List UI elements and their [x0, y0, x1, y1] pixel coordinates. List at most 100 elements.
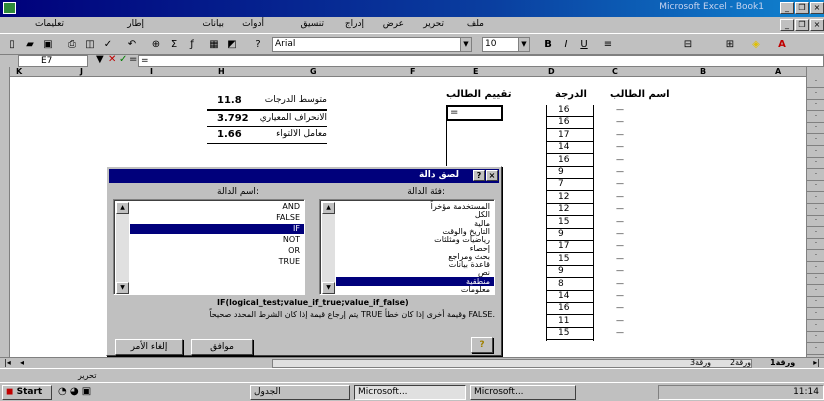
- category-list-item[interactable]: معلومات: [461, 285, 490, 294]
- grade-cell[interactable]: 15: [558, 217, 569, 227]
- row-header[interactable]: ·: [807, 100, 824, 112]
- sheet-tab[interactable]: ورقة3: [690, 358, 711, 367]
- row-header[interactable]: ·: [807, 193, 824, 204]
- font-color-icon[interactable]: A: [774, 37, 790, 52]
- vertical-scrollbar[interactable]: · · · · · · · · · · · · · · · · · · · · · · · ·: [806, 67, 824, 357]
- student-name-cell[interactable]: —: [616, 130, 624, 139]
- stat-value[interactable]: 11.8: [217, 95, 242, 106]
- spelling-icon[interactable]: ✓: [100, 37, 116, 52]
- student-name-cell[interactable]: —: [616, 179, 624, 188]
- grade-cell[interactable]: 15: [558, 254, 569, 264]
- bold-icon[interactable]: B: [540, 37, 556, 52]
- student-name-cell[interactable]: —: [616, 142, 624, 151]
- student-name-cell[interactable]: —: [616, 303, 624, 312]
- row-header[interactable]: ·: [807, 286, 824, 297]
- stat-value[interactable]: 1.66: [217, 129, 242, 140]
- preview-icon[interactable]: ◫: [82, 37, 98, 52]
- student-name-cell[interactable]: —: [616, 204, 624, 213]
- tab-scroll-first-icon[interactable]: |◂: [4, 358, 11, 367]
- header-grade[interactable]: الدرجة: [555, 89, 587, 100]
- sheet-tab-active[interactable]: ورقة1: [770, 358, 795, 367]
- column-header[interactable]: A: [775, 67, 781, 76]
- doc-restore-icon[interactable]: ❐: [795, 19, 809, 31]
- formula-input[interactable]: =: [138, 55, 824, 67]
- student-name-cell[interactable]: —: [616, 279, 624, 288]
- horizontal-scrollbar[interactable]: [272, 359, 752, 368]
- column-header[interactable]: D: [548, 67, 555, 76]
- tab-scroll-next-icon[interactable]: ▸|: [813, 358, 820, 367]
- functions-list[interactable]: ▲ ▼ AND FALSE IF NOT OR TRUE: [113, 199, 305, 295]
- row-header[interactable]: ·: [807, 239, 824, 251]
- student-name-cell[interactable]: —: [616, 229, 624, 238]
- row-header[interactable]: ·: [807, 216, 824, 228]
- grade-cell[interactable]: 15: [558, 328, 569, 338]
- column-header[interactable]: J: [80, 67, 83, 76]
- sheet-tab[interactable]: ورقة2: [730, 358, 751, 367]
- menu-item[interactable]: تعليمات: [35, 19, 64, 29]
- menu-item[interactable]: عرض: [383, 19, 404, 29]
- font-name-select[interactable]: Arial ▼: [272, 37, 472, 52]
- grade-cell[interactable]: 16: [558, 303, 569, 313]
- grade-cell[interactable]: 17: [558, 130, 569, 140]
- grade-cell[interactable]: 9: [558, 167, 564, 177]
- student-name-cell[interactable]: —: [616, 241, 624, 250]
- stat-label[interactable]: الانحراف المعياري: [260, 113, 327, 123]
- equals-icon[interactable]: =: [129, 54, 137, 65]
- function-list-item[interactable]: AND: [282, 202, 300, 211]
- row-header[interactable]: ·: [807, 181, 824, 193]
- functions-scrollbar[interactable]: ▲ ▼: [116, 202, 129, 294]
- grade-cell[interactable]: 12: [558, 204, 569, 214]
- row-header[interactable]: ·: [807, 158, 824, 170]
- hyperlink-icon[interactable]: ⊕: [148, 37, 164, 52]
- merge-center-icon[interactable]: ⊟: [680, 37, 696, 52]
- grade-cell[interactable]: 11: [558, 316, 569, 326]
- column-header[interactable]: G: [310, 67, 317, 76]
- row-header[interactable]: ·: [807, 332, 824, 344]
- column-header[interactable]: C: [612, 67, 618, 76]
- row-header[interactable]: ·: [807, 77, 824, 88]
- tab-scroll-prev-icon[interactable]: ◂: [20, 358, 24, 367]
- grade-cell[interactable]: 9: [558, 229, 564, 239]
- function-list-item[interactable]: NOT: [283, 235, 300, 244]
- fill-color-icon[interactable]: ◈: [748, 37, 764, 52]
- task-button[interactable]: الجدول: [250, 385, 350, 400]
- row-header[interactable]: ·: [807, 251, 824, 262]
- name-box[interactable]: E7: [18, 55, 88, 67]
- print-icon[interactable]: ⎙: [64, 37, 80, 52]
- menu-item[interactable]: إطار: [127, 19, 144, 29]
- chevron-down-icon[interactable]: ▼: [460, 38, 471, 51]
- doc-minimize-icon[interactable]: _: [780, 19, 794, 31]
- grade-cell[interactable]: 14: [558, 291, 569, 301]
- help-question-icon[interactable]: ?: [473, 170, 485, 181]
- student-name-cell[interactable]: —: [616, 192, 624, 201]
- active-cell[interactable]: =: [446, 105, 503, 121]
- excel-app-icon[interactable]: [3, 2, 16, 14]
- drawing-icon[interactable]: ◩: [224, 37, 240, 52]
- align-right-icon[interactable]: ≡: [600, 37, 616, 52]
- menu-item[interactable]: بيانات: [202, 19, 224, 29]
- column-header[interactable]: H: [218, 67, 225, 76]
- row-header[interactable]: ·: [807, 297, 824, 309]
- autosum-icon[interactable]: Σ: [166, 37, 182, 52]
- clock[interactable]: 11:14: [793, 387, 819, 397]
- new-icon[interactable]: ▯: [4, 37, 20, 52]
- scroll-up-icon[interactable]: ▲: [116, 202, 129, 214]
- student-name-cell[interactable]: —: [616, 217, 624, 226]
- row-header[interactable]: ·: [807, 135, 824, 146]
- cancel-icon[interactable]: ✕: [108, 54, 116, 65]
- stat-label[interactable]: متوسط الدرجات: [265, 95, 327, 105]
- scroll-up-icon[interactable]: ▲: [322, 202, 335, 214]
- student-name-cell[interactable]: —: [616, 117, 624, 126]
- italic-icon[interactable]: I: [558, 37, 574, 52]
- scroll-down-icon[interactable]: ▼: [116, 282, 129, 294]
- header-name[interactable]: اسم الطالب: [610, 89, 670, 100]
- cancel-button[interactable]: إلغاء الأمر: [115, 339, 183, 355]
- grade-cell[interactable]: 16: [558, 155, 569, 165]
- grade-cell[interactable]: 9: [558, 266, 564, 276]
- chevron-down-icon[interactable]: ▼: [518, 38, 529, 51]
- grade-cell[interactable]: 16: [558, 105, 569, 115]
- row-header[interactable]: ·: [807, 344, 824, 355]
- task-button[interactable]: Microsoft...: [470, 385, 576, 400]
- enter-icon[interactable]: ✓: [119, 54, 127, 65]
- column-header[interactable]: B: [700, 67, 706, 76]
